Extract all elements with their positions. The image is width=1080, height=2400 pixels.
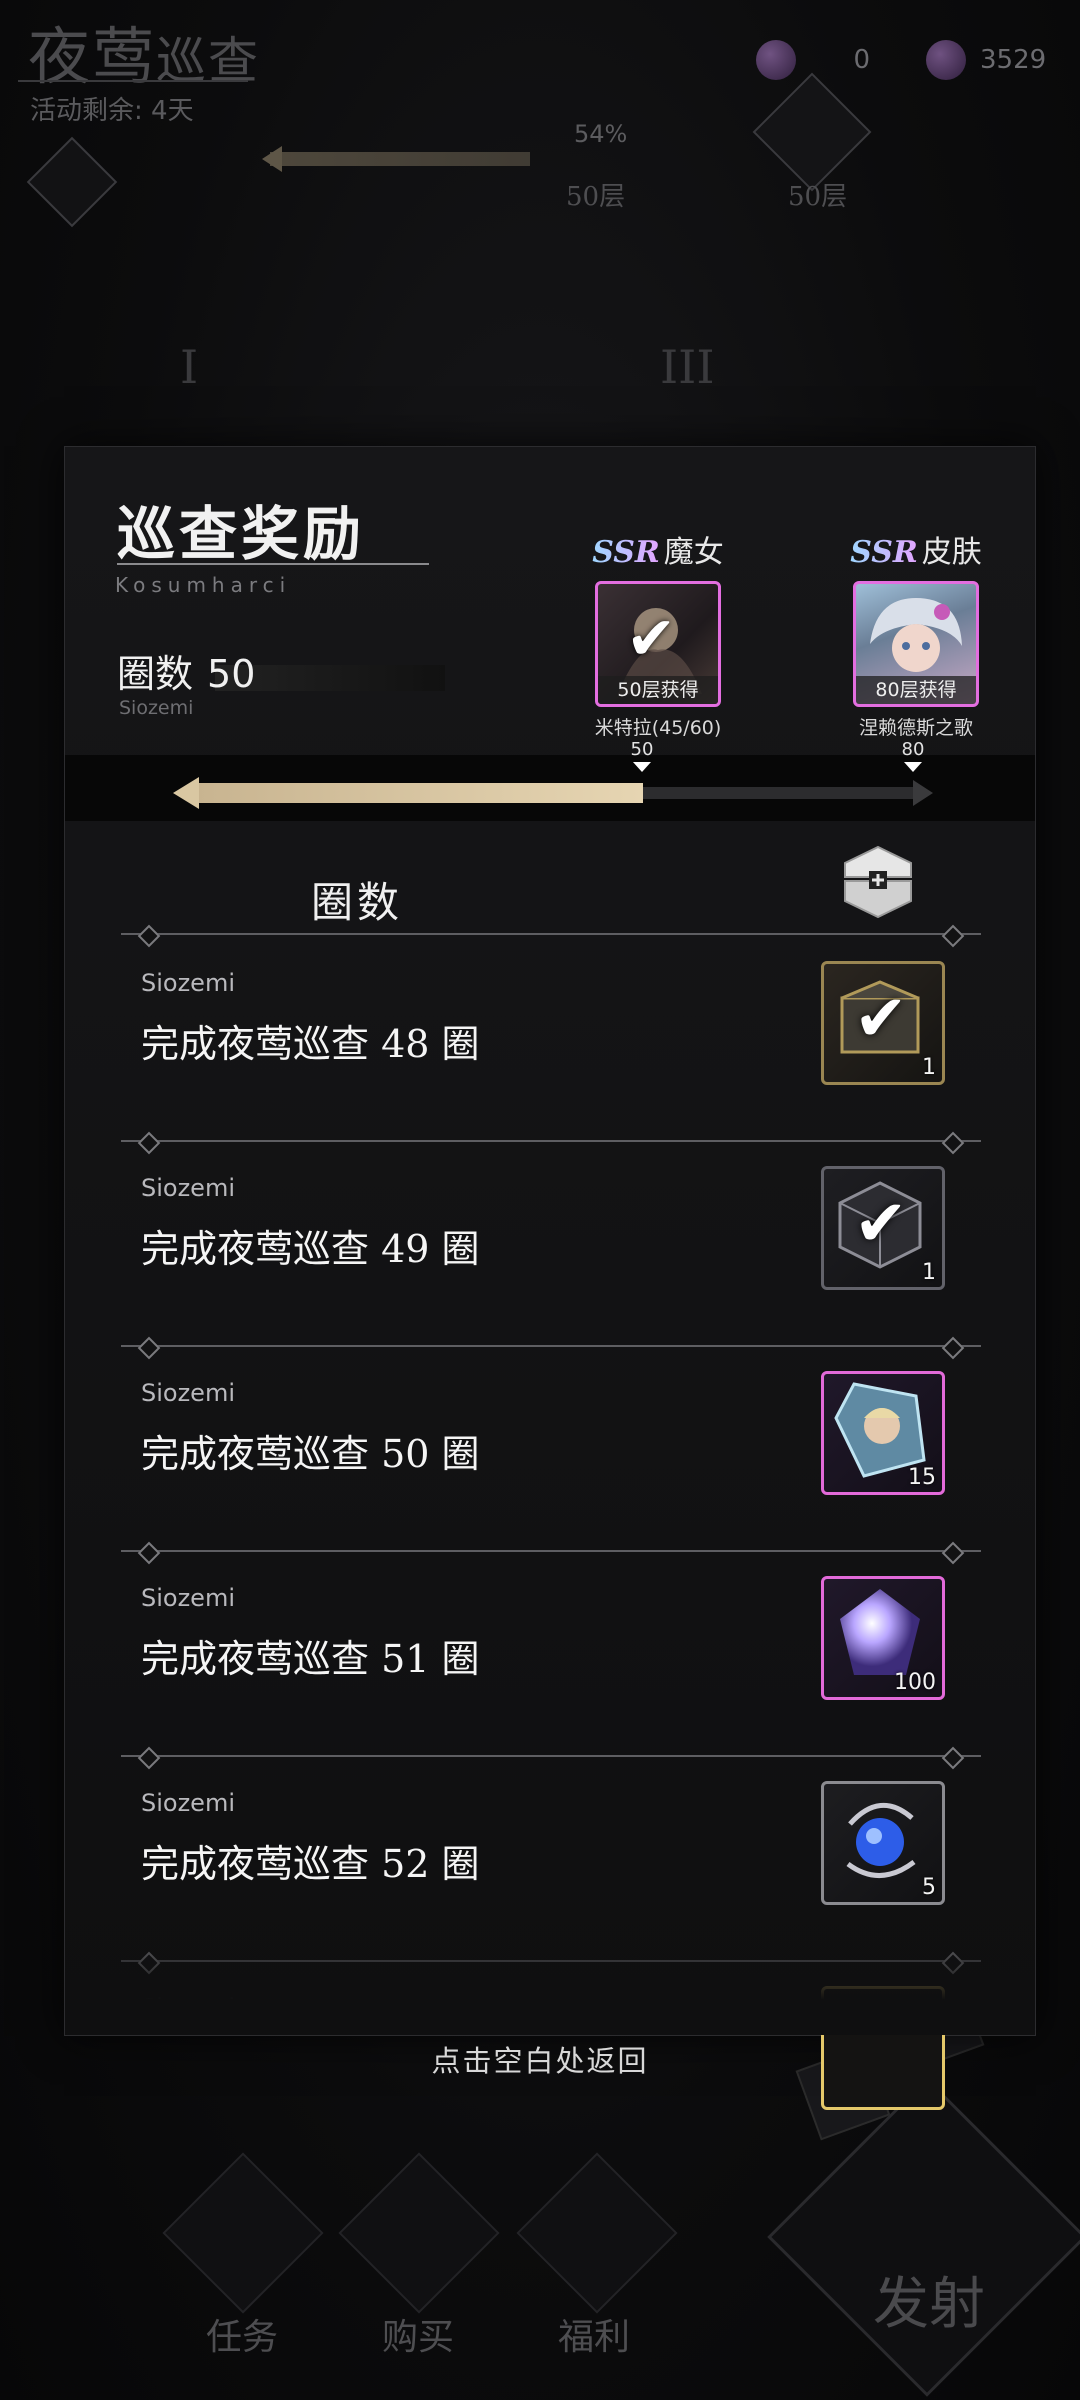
reward-row[interactable]: Siozemi 完成夜莺巡查 50 圈 15 [65, 1347, 1035, 1549]
progress-fill [195, 783, 643, 803]
reward-item[interactable]: 100 [821, 1576, 945, 1700]
reward-quantity: 1 [922, 1055, 936, 1080]
milestone-skin[interactable]: SSR 皮肤 80层获得 涅赖德斯之歌 [831, 527, 1001, 740]
reward-item[interactable]: ✔ 1 [821, 961, 945, 1085]
row-task-text: 完成夜莺巡查 52 圈 [141, 1842, 480, 1886]
row-tag: Siozemi [141, 1379, 235, 1407]
blue-orb-icon [824, 1784, 936, 1900]
floor-progress-bar [270, 152, 530, 166]
tick-50: 50 [612, 739, 672, 772]
title-underline [18, 80, 248, 82]
chest-icon[interactable] [837, 841, 919, 921]
reward-item[interactable]: 15 [821, 1371, 945, 1495]
reward-item[interactable]: ✔ 1 [821, 1166, 945, 1290]
roman-numeral-3: III [660, 340, 715, 394]
floor-current: 50层 [566, 182, 626, 212]
patrol-rewards-modal: 巡查奖励 Kosumharci 圈数 50 Siozemi SSR 魔女 ✔ 50层… [64, 446, 1036, 2110]
roman-numeral-1: I [180, 340, 199, 394]
row-tag: Siozemi [141, 1174, 235, 1202]
nav-tasks[interactable]: 任务 [206, 2308, 278, 2360]
event-title: 夜莺巡查 [28, 20, 261, 93]
progress-percent: 54% [574, 120, 628, 148]
row-tag: Siozemi [141, 1584, 235, 1612]
progress-remaining [643, 787, 913, 799]
laps-count: 圈数 50 [117, 652, 256, 696]
row-task-text: 完成夜莺巡查 48 圈 [141, 1022, 480, 1066]
launch-label: 发射 [873, 2272, 985, 2337]
nav-welfare[interactable]: 福利 [558, 2308, 630, 2360]
row-tag: Siozemi [141, 1789, 235, 1817]
modal-title: 巡查奖励 [117, 500, 366, 568]
title-underline [117, 563, 429, 565]
reward-quantity: 100 [894, 1670, 936, 1695]
reward-item[interactable]: 5 [821, 1781, 945, 1905]
laps-sub: Siozemi [119, 697, 194, 719]
list-fade [65, 1917, 1035, 2035]
reward-row[interactable]: Siozemi 完成夜莺巡查 48 圈 ✔ 1 [65, 937, 1035, 1139]
progress-arrow-head [173, 777, 199, 809]
tick-80: 80 [883, 739, 943, 772]
pink-gem-icon [756, 40, 796, 80]
progress-end-arrow [913, 780, 933, 806]
column-header: 圈数 [311, 878, 404, 927]
tap-to-return-hint[interactable]: 点击空白处返回 [0, 2038, 1080, 2080]
milestone-witch[interactable]: SSR 魔女 ✔ 50层获得 米特拉(45/60) [573, 527, 743, 740]
modal-title-sub: Kosumharci [115, 573, 292, 597]
row-task-text: 完成夜莺巡查 51 圈 [141, 1637, 480, 1681]
reward-quantity: 1 [922, 1260, 936, 1285]
divider [121, 933, 981, 935]
event-time-left: 活动剩余: 4天 [30, 96, 194, 126]
currency-purple-gem[interactable]: 3529 [926, 40, 1046, 80]
row-task-text: 完成夜莺巡查 49 圈 [141, 1227, 480, 1271]
floor-next: 50层 [788, 182, 848, 212]
screen[interactable]: 夜莺巡查 活动剩余: 4天 0 3529 54% 50层 50层 I III 任… [0, 0, 1080, 2400]
row-task-text: 完成夜莺巡查 50 圈 [141, 1432, 480, 1476]
skin-card[interactable]: 80层获得 [853, 581, 979, 707]
witch-card[interactable]: ✔ 50层获得 [595, 581, 721, 707]
claimed-check-icon: ✔ [854, 982, 908, 1056]
reward-quantity: 15 [908, 1465, 936, 1490]
claimed-check-icon: ✔ [626, 604, 677, 674]
reward-quantity: 5 [922, 1875, 936, 1900]
row-tag: Siozemi [141, 969, 235, 997]
reward-row[interactable]: Siozemi 完成夜莺巡查 49 圈 ✔ 1 [65, 1142, 1035, 1344]
claimed-check-icon: ✔ [854, 1187, 908, 1261]
purple-gem-icon [926, 40, 966, 80]
reward-row[interactable]: Siozemi 完成夜莺巡查 51 圈 100 [65, 1552, 1035, 1754]
nav-shop[interactable]: 购买 [382, 2308, 454, 2360]
